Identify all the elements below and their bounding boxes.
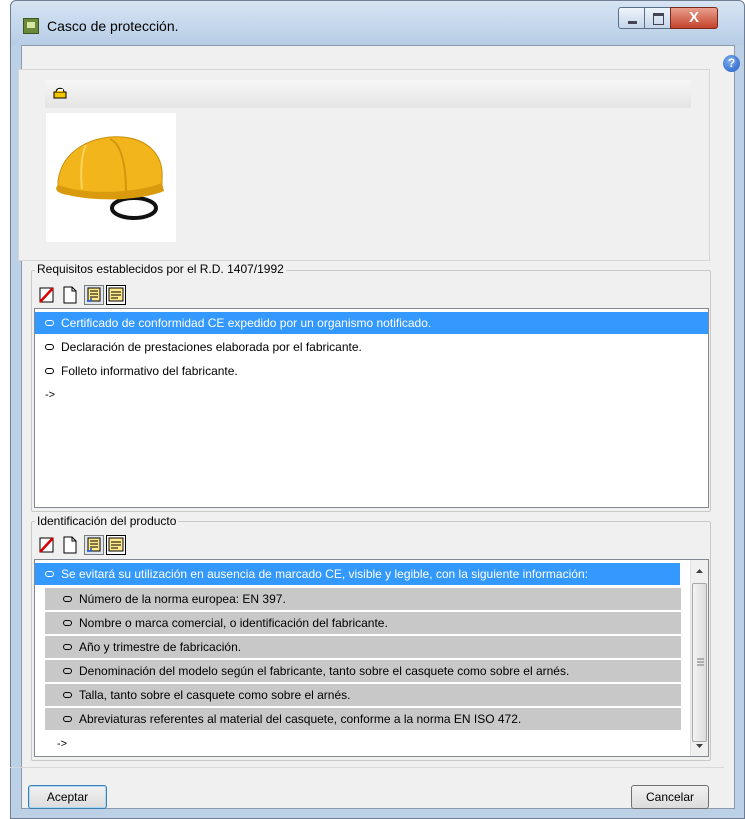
list-view-icon[interactable] bbox=[84, 535, 104, 555]
requirements-group-label: Requisitos establecidos por el R.D. 1407… bbox=[35, 262, 286, 276]
helmet-image-frame bbox=[46, 113, 176, 242]
close-icon: X bbox=[688, 9, 699, 26]
list-item[interactable]: Año y trimestre de fabricación. bbox=[45, 636, 681, 658]
bullet-icon bbox=[63, 668, 72, 675]
delete-icon[interactable] bbox=[37, 535, 57, 555]
load-image-icon[interactable] bbox=[53, 86, 67, 99]
title-bar[interactable]: Casco de protección. X bbox=[11, 1, 744, 45]
grip-icon bbox=[697, 658, 704, 666]
list-item[interactable]: Denominación del modelo según el fabrica… bbox=[45, 660, 681, 682]
identification-group-label: Identificación del producto bbox=[35, 514, 179, 528]
vertical-scrollbar[interactable] bbox=[690, 560, 708, 756]
list-item[interactable]: Declaración de prestaciones elaborada po… bbox=[35, 336, 362, 358]
scrollbar-thumb[interactable] bbox=[692, 583, 707, 742]
bullet-icon bbox=[63, 644, 72, 651]
list-item[interactable]: Folleto informativo del fabricante. bbox=[35, 360, 238, 382]
list-view-icon[interactable] bbox=[84, 285, 104, 305]
bullet-icon bbox=[45, 344, 54, 351]
requirements-list[interactable]: Certificado de conformidad CE expedido p… bbox=[34, 308, 709, 508]
new-document-icon[interactable] bbox=[60, 535, 80, 555]
scroll-down-icon[interactable] bbox=[691, 737, 708, 754]
bullet-icon bbox=[63, 716, 72, 723]
list-item[interactable]: Nombre o marca comercial, o identificaci… bbox=[45, 612, 681, 634]
list-item[interactable]: Certificado de conformidad CE expedido p… bbox=[35, 312, 708, 334]
bullet-icon bbox=[45, 571, 54, 578]
list-item[interactable]: Se evitará su utilización en ausencia de… bbox=[35, 563, 680, 585]
bullet-icon bbox=[45, 368, 54, 375]
add-item-arrow[interactable]: -> bbox=[45, 389, 55, 401]
bullet-icon bbox=[63, 620, 72, 627]
new-document-icon[interactable] bbox=[60, 285, 80, 305]
cancel-button[interactable]: Cancelar bbox=[631, 785, 709, 809]
identification-list[interactable]: Se evitará su utilización en ausencia de… bbox=[34, 559, 709, 757]
window-title: Casco de protección. bbox=[47, 18, 179, 34]
bullet-icon bbox=[63, 596, 72, 603]
list-item[interactable]: Talla, tanto sobre el casquete como sobr… bbox=[45, 684, 681, 706]
bullet-icon bbox=[45, 320, 54, 327]
list-item[interactable]: Abreviaturas referentes al material del … bbox=[45, 708, 681, 730]
text-view-icon[interactable] bbox=[106, 285, 126, 305]
minimize-button[interactable] bbox=[618, 7, 645, 29]
text-view-icon[interactable] bbox=[106, 535, 126, 555]
close-button[interactable]: X bbox=[670, 7, 718, 29]
safety-helmet-image bbox=[56, 136, 164, 220]
accept-button[interactable]: Aceptar bbox=[28, 785, 107, 809]
list-item[interactable]: Número de la norma europea: EN 397. bbox=[45, 588, 681, 610]
help-icon[interactable]: ? bbox=[723, 55, 740, 72]
bullet-icon bbox=[63, 692, 72, 699]
app-icon bbox=[23, 18, 39, 34]
add-item-arrow[interactable]: -> bbox=[57, 738, 67, 750]
delete-icon[interactable] bbox=[37, 285, 57, 305]
footer-divider bbox=[10, 767, 724, 768]
scroll-up-icon[interactable] bbox=[691, 562, 708, 579]
image-toolbar bbox=[45, 80, 691, 108]
maximize-button[interactable] bbox=[644, 7, 671, 29]
